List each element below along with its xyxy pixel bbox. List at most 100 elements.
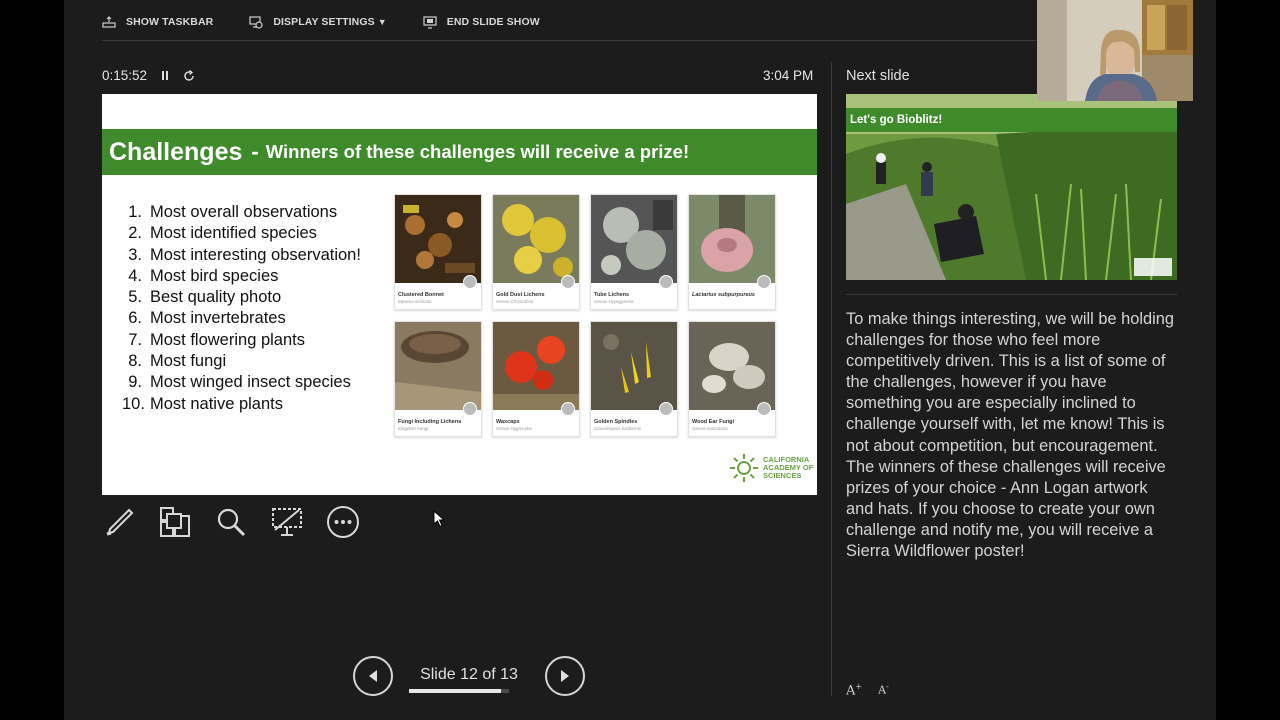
pen-icon bbox=[106, 508, 134, 536]
previous-slide-button[interactable] bbox=[353, 656, 393, 696]
species-card: Tube Lichens Genus Hypogymnia bbox=[590, 194, 678, 310]
slide-title-banner: Challenges - Winners of these challenges… bbox=[102, 129, 817, 175]
mouse-cursor-icon bbox=[433, 510, 445, 528]
current-time: 3:04 PM bbox=[763, 68, 814, 83]
current-slide[interactable]: Challenges - Winners of these challenges… bbox=[102, 94, 817, 495]
webcam-overlay bbox=[1037, 0, 1193, 101]
elapsed-time: 0:15:52 bbox=[102, 68, 148, 83]
species-photo bbox=[591, 322, 677, 410]
species-card-grid: Clustered Bonnet Mycena inclinata Gold D… bbox=[394, 194, 779, 439]
avatar bbox=[757, 275, 771, 289]
species-photo bbox=[689, 322, 775, 410]
presenter-tools bbox=[102, 505, 382, 539]
slide-progress-fill bbox=[409, 689, 501, 693]
species-card: Waxcaps Genus Hygrocybe bbox=[492, 321, 580, 437]
pen-tool-button[interactable] bbox=[102, 505, 136, 539]
species-scientific-name: Genus Hygrocybe bbox=[496, 426, 533, 431]
species-scientific-name: Genus Hypogymnia bbox=[594, 299, 634, 304]
list-item: 1. Most overall observations bbox=[128, 203, 338, 221]
species-scientific-name: Clavulinopsis fusiformis bbox=[594, 426, 642, 431]
end-slide-show-label: END SLIDE SHOW bbox=[446, 16, 540, 28]
next-slide-label: Next slide bbox=[846, 68, 910, 84]
elapsed-timer: 0:15:52 bbox=[102, 68, 195, 83]
species-card: Clustered Bonnet Mycena inclinata bbox=[394, 194, 482, 310]
list-item: 5. Best quality photo bbox=[128, 288, 282, 307]
species-name: Clustered Bonnet bbox=[398, 292, 444, 298]
species-name: Fungi Including Lichens bbox=[398, 419, 462, 425]
challenge-list: 1. Most overall observations 2. Most ident… bbox=[122, 202, 392, 415]
restart-timer-button[interactable] bbox=[183, 69, 195, 82]
display-settings-button[interactable]: DISPLAY SETTINGS ▼ bbox=[249, 15, 387, 29]
list-item: 6. Most invertebrates bbox=[128, 309, 286, 328]
black-screen-icon bbox=[272, 508, 302, 536]
more-options-button[interactable] bbox=[326, 505, 360, 539]
notes-font-controls: A+ A- bbox=[846, 682, 889, 698]
list-item: 2. Most identified species bbox=[128, 224, 317, 243]
species-name: Waxcaps bbox=[496, 419, 520, 425]
pause-timer-button[interactable] bbox=[161, 70, 169, 81]
species-card: Lactarius subpurpureus bbox=[688, 194, 776, 310]
pause-icon bbox=[162, 71, 169, 80]
slide-progress-bar bbox=[409, 689, 509, 693]
academy-logo-text: CALIFORNIA ACADEMY OF SCIENCES bbox=[763, 455, 814, 480]
species-card: Fungi Including Lichens Kingdom Fungi bbox=[394, 321, 482, 437]
show-taskbar-button[interactable]: SHOW TASKBAR bbox=[102, 16, 213, 28]
list-item: 4. Most bird species bbox=[128, 266, 279, 285]
avatar bbox=[757, 402, 771, 416]
increase-font-button[interactable]: A+ bbox=[846, 682, 862, 698]
slide-subtitle: Winners of these challenges will receive… bbox=[265, 141, 690, 162]
more-options-icon bbox=[327, 506, 359, 538]
species-scientific-name: Mycena inclinata bbox=[398, 299, 432, 304]
slides-grid-icon bbox=[160, 507, 190, 537]
list-item: 7. Most flowering plants bbox=[128, 330, 305, 349]
webcam-presenter-image bbox=[1037, 0, 1193, 101]
top-toolbar: SHOW TASKBAR DISPLAY SETTINGS ▼ END SLID… bbox=[102, 12, 576, 32]
avatar bbox=[659, 275, 673, 289]
pane-divider[interactable] bbox=[831, 62, 832, 696]
species-card: Wood Ear Fungi Genus Auricularia bbox=[688, 321, 776, 437]
next-slide-title: Let's go Bioblitz! bbox=[846, 108, 1177, 132]
next-slide-preview[interactable]: Let's go Bioblitz! bbox=[846, 94, 1177, 280]
academy-logo: CALIFORNIA ACADEMY OF SCIENCES bbox=[729, 453, 813, 483]
avatar bbox=[659, 402, 673, 416]
decrease-font-button[interactable]: A- bbox=[878, 682, 889, 698]
end-show-icon bbox=[423, 15, 437, 29]
restart-icon bbox=[184, 69, 194, 81]
black-screen-button[interactable] bbox=[270, 505, 304, 539]
zoom-button[interactable] bbox=[214, 505, 248, 539]
title-dash: - bbox=[251, 139, 259, 164]
avatar bbox=[561, 275, 575, 289]
toolbar-divider bbox=[102, 40, 1036, 41]
list-item: 9. Most winged insect species bbox=[128, 373, 351, 392]
notes-divider bbox=[846, 294, 1177, 295]
species-name: Lactarius subpurpureus bbox=[692, 292, 755, 298]
species-card: Gold Dust Lichens Genus Chrysothrix bbox=[492, 194, 580, 310]
speaker-notes[interactable]: To make things interesting, we will be h… bbox=[846, 309, 1176, 562]
taskbar-icon bbox=[102, 16, 116, 28]
species-photo bbox=[493, 322, 579, 410]
species-scientific-name: Genus Chrysothrix bbox=[496, 299, 534, 304]
species-photo bbox=[395, 195, 481, 283]
avatar bbox=[463, 402, 477, 416]
avatar bbox=[463, 275, 477, 289]
species-scientific-name: Genus Auricularia bbox=[692, 426, 728, 431]
list-item: 3. Most interesting observation! bbox=[128, 245, 361, 264]
species-name: Gold Dust Lichens bbox=[496, 292, 545, 298]
species-photo bbox=[591, 195, 677, 283]
list-item: 8. Most fungi bbox=[128, 352, 227, 371]
next-arrow-icon bbox=[561, 670, 569, 682]
species-photo bbox=[689, 195, 775, 283]
slide-position[interactable]: Slide 12 of 13 bbox=[393, 666, 545, 684]
sun-logo-icon bbox=[730, 454, 758, 482]
display-settings-icon bbox=[249, 15, 263, 29]
species-name: Tube Lichens bbox=[594, 292, 630, 298]
species-name: Wood Ear Fungi bbox=[692, 419, 735, 425]
species-card: Golden Spindles Clavulinopsis fusiformis bbox=[590, 321, 678, 437]
next-slide-button[interactable] bbox=[545, 656, 585, 696]
magnifier-icon bbox=[217, 508, 246, 537]
species-scientific-name bbox=[689, 298, 775, 299]
species-photo bbox=[493, 195, 579, 283]
see-all-slides-button[interactable] bbox=[158, 505, 192, 539]
end-slide-show-button[interactable]: END SLIDE SHOW bbox=[423, 15, 540, 29]
chevron-down-icon: ▼ bbox=[377, 17, 387, 27]
